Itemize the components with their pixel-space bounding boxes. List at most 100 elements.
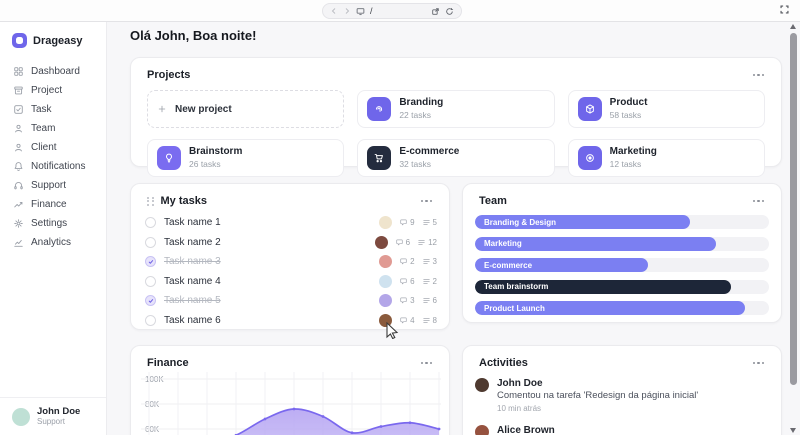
task-row[interactable]: Task name 6 4 8: [145, 311, 437, 331]
brand-name: Drageasy: [33, 34, 83, 47]
more-menu-icon[interactable]: [750, 359, 768, 368]
team-title: Team: [479, 195, 507, 207]
project-tile-branding[interactable]: Branding 22 tasks: [357, 90, 555, 128]
project-name: Product: [609, 97, 648, 109]
sidebar-item-notifications[interactable]: Notifications: [0, 157, 106, 176]
drag-handle-icon[interactable]: [147, 196, 155, 206]
task-name: Task name 3: [164, 256, 221, 268]
avatar: [12, 407, 30, 426]
team-bar-label: Team brainstorm: [484, 282, 549, 291]
user-name: John Doe: [37, 406, 81, 418]
scroll-down-icon[interactable]: [790, 428, 796, 433]
comment-icon: [399, 218, 408, 227]
task-name: Task name 1: [164, 217, 221, 229]
project-name: Brainstorm: [189, 146, 243, 158]
team-bar-track: Branding & Design: [475, 215, 769, 229]
task-name: Task name 5: [164, 295, 221, 307]
share-icon[interactable]: [431, 7, 440, 16]
task-checkbox[interactable]: [145, 314, 156, 326]
sidebar-item-dashboard[interactable]: Dashboard: [0, 62, 106, 81]
task-row[interactable]: Task name 2 6 12: [145, 233, 437, 253]
more-menu-icon[interactable]: [418, 197, 436, 206]
project-tile-product[interactable]: Product 58 tasks: [567, 90, 765, 128]
task-row[interactable]: Task name 4 6 2: [145, 272, 437, 292]
sidebar-user[interactable]: John Doe Support: [0, 397, 106, 435]
forward-icon[interactable]: [343, 7, 351, 15]
page-title: Olá John, Boa noite!: [130, 28, 257, 43]
sidebar-item-team[interactable]: Team: [0, 119, 106, 138]
sidebar-item-support[interactable]: Support: [0, 176, 106, 195]
more-menu-icon[interactable]: [750, 71, 768, 80]
team-bar: E-commerce: [475, 258, 649, 272]
team-bar: Product Launch: [475, 301, 746, 315]
sidebar-item-client[interactable]: Client: [0, 138, 106, 157]
task-row[interactable]: Task name 1 9 5: [145, 213, 437, 233]
team-bar: Marketing: [475, 236, 717, 251]
sidebar-item-label: Finance: [31, 199, 67, 210]
project-tile-marketing[interactable]: Marketing 12 tasks: [567, 139, 765, 177]
back-icon[interactable]: [330, 7, 338, 15]
fullscreen-icon[interactable]: [779, 4, 790, 15]
task-checkbox[interactable]: [145, 275, 156, 287]
new-project-button[interactable]: New project: [147, 90, 345, 128]
app-window: / Drageasy Dashboard Project Task Team Clien…: [0, 0, 800, 435]
brand[interactable]: Drageasy: [0, 22, 106, 58]
project-name: Marketing: [609, 146, 657, 158]
activity-text: Comentou na tarefa 'Redesign da página i…: [497, 390, 699, 401]
task-name: Task name 2: [164, 236, 221, 248]
vertical-scrollbar[interactable]: [789, 24, 798, 433]
more-menu-icon[interactable]: [418, 359, 436, 368]
url-path[interactable]: /: [370, 6, 426, 16]
sidebar-item-settings[interactable]: Settings: [0, 214, 106, 233]
task-checkbox[interactable]: [145, 295, 156, 307]
sidebar-item-analytics[interactable]: Analytics: [0, 233, 106, 252]
task-name: Task name 6: [164, 314, 221, 326]
project-tile-e-commerce[interactable]: E-commerce 32 tasks: [357, 139, 555, 177]
subtasks-icon: [422, 218, 431, 227]
subtasks-icon: [422, 257, 431, 266]
project-tile-brainstorm[interactable]: Brainstorm 26 tasks: [147, 139, 345, 177]
analytics-icon: [13, 237, 24, 248]
fingerprint-icon: [367, 97, 392, 121]
my-tasks-card: My tasks Task name 1 9 5 Task name 2 6 1…: [130, 183, 450, 330]
team-bar-track: Team brainstorm: [475, 279, 769, 294]
comment-count: 6: [399, 277, 415, 286]
task-checkbox[interactable]: [145, 217, 156, 229]
comment-count: 3: [399, 296, 415, 305]
sidebar-item-label: Notifications: [31, 161, 86, 172]
comment-icon: [399, 277, 408, 286]
sidebar-item-label: Analytics: [31, 237, 72, 248]
projects-title: Projects: [147, 69, 191, 81]
team-bar: Team brainstorm: [475, 279, 731, 294]
gear-icon: [13, 218, 24, 229]
finance-area-chart: [141, 372, 441, 435]
more-menu-icon[interactable]: [750, 197, 768, 206]
user-role: Support: [37, 417, 66, 427]
task-checkbox[interactable]: [145, 256, 156, 268]
comment-icon: [395, 238, 404, 247]
task-row[interactable]: Task name 5 3 6: [145, 291, 437, 311]
scroll-up-icon[interactable]: [790, 24, 796, 29]
subtask-count: 8: [422, 316, 437, 325]
finance-card: Finance 100K 80K 60K: [130, 345, 450, 435]
subtasks-icon: [422, 316, 431, 325]
sidebar-item-finance[interactable]: Finance: [0, 195, 106, 214]
team-bar-track: Product Launch: [475, 301, 769, 315]
project-task-count: 58 tasks: [609, 109, 642, 120]
subtasks-icon: [417, 238, 426, 247]
team-bar-label: E-commerce: [484, 260, 533, 270]
sidebar-item-project[interactable]: Project: [0, 81, 106, 100]
refresh-icon[interactable]: [445, 7, 454, 16]
sidebar-item-label: Client: [31, 142, 57, 153]
task-icon: [13, 104, 24, 115]
team-card: Team Branding & Design Marketing E-commerc…: [462, 183, 782, 323]
task-checkbox[interactable]: [145, 236, 156, 248]
address-bar[interactable]: /: [322, 3, 462, 19]
scrollbar-thumb[interactable]: [790, 33, 797, 385]
plus-icon: [157, 104, 167, 114]
sidebar-menu: Dashboard Project Task Team Client Notificati…: [0, 58, 106, 397]
sidebar: Drageasy Dashboard Project Task Team Client N…: [0, 22, 107, 435]
task-row[interactable]: Task name 3 2 3: [145, 252, 437, 272]
sidebar-item-task[interactable]: Task: [0, 100, 106, 119]
subtask-count: 6: [422, 296, 437, 305]
